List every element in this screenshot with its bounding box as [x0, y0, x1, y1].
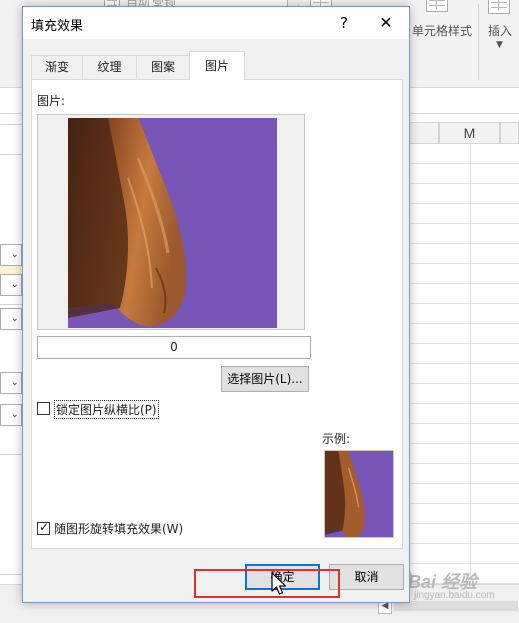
- ribbon-separator: [478, 4, 479, 80]
- cell-styles-icon[interactable]: [426, 0, 448, 12]
- select-picture-button[interactable]: 选择图片(L)...: [221, 366, 309, 392]
- chevron-down-icon: ⌄: [10, 313, 19, 324]
- sample-label: 示例:: [322, 432, 351, 446]
- worksheet-grid[interactable]: [409, 144, 519, 584]
- divider: [0, 154, 22, 155]
- divider: [0, 124, 22, 125]
- picture-name-field: 0: [37, 336, 311, 359]
- left-dropdown[interactable]: ⌄: [0, 404, 22, 426]
- left-dropdown[interactable]: ⌄: [0, 308, 22, 330]
- chevron-down-icon: ⌄: [10, 249, 19, 260]
- chevron-down-icon: ⌄: [10, 279, 19, 290]
- tab-strip: 渐变 纹理 图案 图片: [31, 51, 403, 80]
- picture-preview: [37, 114, 305, 330]
- picture-label: 图片:: [37, 94, 66, 108]
- column-header-n[interactable]: [500, 122, 519, 144]
- chevron-down-icon: ⌄: [10, 377, 19, 388]
- fill-effects-dialog: 填充效果 ? ✕ 渐变 纹理 图案 图片 图片: 0 选择图片(L)... 锁定…: [22, 6, 410, 603]
- left-pane-fragment: ⌄ ⌄ ⌄ ⌄ ⌄: [0, 114, 22, 584]
- dog-ear-image: [68, 118, 186, 327]
- cancel-button[interactable]: 取消: [329, 564, 404, 590]
- tab-texture[interactable]: 纹理: [82, 55, 137, 79]
- help-button[interactable]: ?: [333, 12, 355, 34]
- tab-gradient[interactable]: 渐变: [31, 55, 83, 79]
- dialog-titlebar[interactable]: 填充效果 ? ✕: [23, 7, 409, 39]
- left-dropdown[interactable]: ⌄: [0, 244, 22, 266]
- column-header-l[interactable]: [409, 122, 439, 144]
- insert-button[interactable]: 插入: [488, 22, 512, 39]
- watermark-url: jingyan.baidu.com: [414, 590, 495, 601]
- tab-pattern[interactable]: 图案: [136, 55, 190, 79]
- ok-button-highlight: [194, 569, 340, 598]
- lock-aspect-ratio-label[interactable]: 锁定图片纵横比(P): [54, 400, 159, 419]
- cell-styles-button[interactable]: 单元格样式: [412, 22, 472, 39]
- insert-dropdown-icon[interactable]: ▼: [496, 40, 503, 50]
- mouse-cursor-icon: [271, 572, 287, 595]
- baidu-watermark: Bai 经验 jingyan.baidu.com: [400, 566, 515, 606]
- rotate-with-shape-label[interactable]: 随图形旋转填充效果(W): [54, 520, 183, 537]
- sample-dog-ear-image: [325, 451, 365, 537]
- lock-aspect-ratio-row[interactable]: 锁定图片纵横比(P): [37, 400, 167, 419]
- close-button[interactable]: ✕: [373, 11, 399, 35]
- dialog-title: 填充效果: [31, 19, 84, 34]
- lock-aspect-ratio-checkbox[interactable]: [37, 402, 50, 415]
- chevron-down-icon: ⌄: [10, 409, 19, 420]
- sample-preview: [324, 450, 394, 538]
- tab-picture[interactable]: 图片: [189, 51, 245, 80]
- left-dropdown[interactable]: ⌄: [0, 274, 22, 296]
- insert-cells-icon[interactable]: [488, 0, 510, 14]
- picture-tab-panel: 图片: 0 选择图片(L)... 锁定图片纵横比(P) 示例: ✓ 随图形旋转填…: [31, 79, 403, 549]
- divider: [0, 304, 22, 305]
- left-dropdown[interactable]: ⌄: [0, 372, 22, 394]
- dog-ear-photo: [68, 118, 277, 328]
- rotate-with-shape-checkbox[interactable]: [37, 520, 50, 535]
- column-header-m[interactable]: M: [439, 122, 500, 144]
- divider: [0, 454, 22, 455]
- rotate-with-shape-row[interactable]: 随图形旋转填充效果(W): [37, 520, 197, 538]
- divider: [0, 574, 22, 575]
